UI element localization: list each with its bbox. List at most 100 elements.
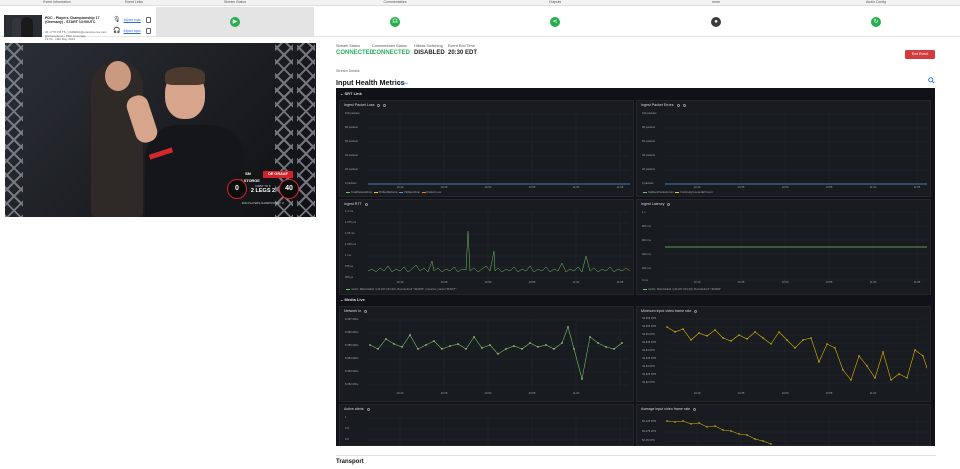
srt-link-section[interactable]: ⌄ SRT Link (340, 91, 362, 96)
x-tick: 11:05 (616, 186, 624, 189)
info-icon (693, 407, 697, 411)
x-tick: 10:40 (396, 281, 404, 284)
left-score: 0 (227, 179, 247, 199)
copy-icon[interactable] (145, 17, 151, 23)
x-tick: 10:45 (440, 392, 448, 395)
legs-info: FIRST TO 6 2 LEGS 2 (245, 184, 281, 194)
table-header: Event Information Event Links Stream Sta… (0, 0, 960, 6)
commentary-link[interactable]: #4pcm topic (124, 18, 141, 22)
y-tick: 1 ms (345, 254, 351, 257)
packet-errors-panel: Ingest Packet Errors 100 packets 80 pack… (636, 100, 931, 197)
column-header: mme (712, 0, 720, 4)
y-tick: 60 packets (642, 140, 655, 143)
search-icon[interactable] (928, 77, 935, 84)
x-tick: 10:40 (396, 186, 404, 189)
x-tick: 10:55 (825, 186, 833, 189)
avg-frame-rate-chart (665, 417, 927, 446)
y-tick: 49.659 FPS (642, 317, 657, 320)
menu-icon (682, 103, 686, 107)
panel-title: Ingest Latency (641, 202, 671, 206)
x-tick: 10:45 (440, 281, 448, 284)
y-tick: 800 ms (642, 225, 651, 228)
chart-legend: metric, Metricslabel / {4d.227.244.3}C, … (346, 288, 456, 291)
x-tick: 10:55 (825, 392, 833, 395)
column-header: Stream Status (223, 0, 247, 4)
status-value: 20:30 EDT (448, 49, 478, 56)
y-tick: 49.63 FPS (642, 365, 655, 368)
scoreboard: SM DELSTORGE DE GRAAF 0 FIRST TO 6 2 LEG… (227, 171, 299, 205)
input-health-title: Input Health Metrics (336, 78, 405, 87)
latency-panel: Ingest Latency 1 s 800 ms 600 ms 400 ms … (636, 199, 931, 295)
y-tick: 50.075 FPS (642, 430, 657, 433)
info-icon (694, 309, 698, 313)
latency-chart (665, 211, 927, 281)
column-header: Commentators (383, 0, 407, 4)
y-tick: 975 µs (345, 265, 354, 268)
listen-link[interactable]: #4pcm topic (123, 29, 140, 33)
y-tick: 20 packets (345, 168, 358, 171)
info-icon (364, 309, 368, 313)
x-tick: 10:45 (737, 186, 745, 189)
panel-title: Ingest Packet Errors (641, 103, 686, 107)
column-header: Event Links (124, 0, 144, 4)
play-icon[interactable]: ▶ (230, 17, 240, 27)
column-header: Audio Config (865, 0, 887, 4)
event-caption: 2023 PLAYERS CHAMPIONSHIP 17 (241, 202, 285, 205)
x-tick: 10:45 (737, 392, 745, 395)
microphone-icon: 🎙 (113, 17, 121, 23)
y-tick: 49.62 FPS (642, 381, 655, 384)
y-tick: 8.386 Mb/s (345, 331, 359, 334)
y-tick: 0.8 (345, 427, 349, 430)
x-tick: 10:40 (396, 392, 404, 395)
x-tick: 11:00 (572, 186, 580, 189)
info-icon (667, 202, 671, 206)
headset-icon[interactable]: ☊ (390, 17, 400, 27)
y-tick: 1.05 ms (345, 232, 355, 235)
user-icon[interactable]: ● (711, 17, 721, 27)
collapse-link[interactable]: collapse (397, 81, 408, 85)
metrics-dashboard: ⌄ SRT Link Ingest Packet Loss 100 packet… (336, 88, 935, 446)
x-tick: 10:45 (737, 281, 745, 284)
stream-details-label: Stream Details (336, 69, 360, 73)
y-tick: 8.382 Mb/s (345, 383, 359, 386)
x-tick: 11:00 (572, 281, 580, 284)
share-icon[interactable]: ⋖ (550, 17, 560, 27)
info-icon (364, 202, 368, 206)
copy-icon[interactable] (145, 28, 151, 34)
info-icon (676, 103, 680, 107)
x-tick: 10:55 (528, 392, 536, 395)
x-tick: 10:40 (693, 392, 701, 395)
end-event-button[interactable]: End Event (905, 50, 935, 59)
y-tick: 8.385 Mb/s (345, 344, 359, 347)
panel-title: Ingest Packet Loss (344, 103, 387, 107)
media-live-section[interactable]: ⌄ Media Live (340, 297, 365, 302)
y-tick: 600 ms (642, 239, 651, 242)
refresh-icon[interactable]: ↻ (871, 17, 881, 27)
x-tick: 11:05 (913, 186, 921, 189)
event-row[interactable]: PDC - Players Championship 17 (Germany) … (0, 7, 960, 41)
min-frame-rate-chart (665, 318, 927, 390)
y-tick: 1.075 ms (345, 221, 357, 224)
chart-legend: NotRecvPacketCount ContinuityCounterErrC… (643, 191, 712, 194)
y-tick: 200 ms (642, 267, 651, 270)
x-tick: 10:55 (528, 186, 536, 189)
chart-legend: metric, Metricslabel / {4d.227.244.3}C, … (643, 288, 721, 291)
transport-section-title[interactable]: Transport (336, 459, 364, 465)
x-tick: 10:40 (693, 281, 701, 284)
rtt-chart (368, 211, 630, 281)
event-thumbnail[interactable] (4, 15, 42, 37)
y-tick: 49.64 FPS (642, 349, 655, 352)
event-title: PDC - Players Championship 17 (Germany) … (45, 16, 100, 25)
event-end-time: Event End Time 20:30 EDT (448, 44, 508, 56)
avg-frame-rate-panel: Average input video frame rate 50.125 FP… (636, 404, 931, 446)
panel-title: Minimum input video frame rate (641, 309, 698, 313)
x-tick: 10:50 (781, 186, 789, 189)
y-tick: 0 packets (345, 182, 357, 185)
x-tick: 10:50 (781, 392, 789, 395)
y-tick: 49.645 FPS (642, 341, 657, 344)
x-tick: 10:50 (781, 281, 789, 284)
y-tick: 49.635 FPS (642, 357, 657, 360)
x-tick: 10:50 (484, 281, 492, 284)
video-player[interactable]: SM DELSTORGE DE GRAAF 0 FIRST TO 6 2 LEG… (5, 43, 316, 217)
x-tick: 10:50 (484, 392, 492, 395)
